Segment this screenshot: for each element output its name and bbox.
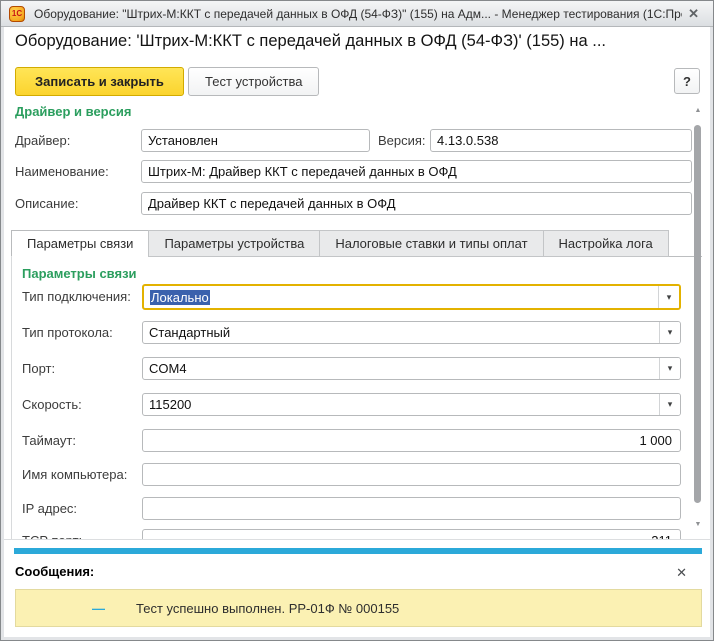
connection-params-panel: Параметры связи Тип подключения: Локальн… (11, 256, 702, 539)
timeout-field[interactable]: 1 000 (142, 429, 681, 452)
1c-logo-icon: 1С (9, 6, 25, 22)
app-window: 1С Оборудование: "Штрих-М:ККТ с передаче… (0, 0, 714, 641)
timeout-label: Таймаут: (22, 433, 76, 448)
driver-label: Драйвер: (15, 133, 70, 148)
connection-type-combobox[interactable]: Локально ▾ (142, 284, 681, 310)
window-close-icon[interactable]: ✕ (682, 6, 705, 22)
window-title: Оборудование: "Штрих-М:ККТ с передачей д… (34, 7, 682, 21)
description-field[interactable]: Драйвер ККТ с передачей данных в ОФД (141, 192, 692, 215)
form-bottom-divider (4, 539, 710, 540)
speed-label: Скорость: (22, 397, 82, 412)
title-bar: 1С Оборудование: "Штрих-М:ККТ с передаче… (1, 1, 713, 27)
page-title: Оборудование: 'Штрих-М:ККТ с передачей д… (15, 32, 606, 51)
version-label: Версия: (378, 133, 426, 148)
chevron-down-icon[interactable]: ▾ (659, 394, 680, 415)
tcp-port-label: TCP порт: (22, 533, 82, 539)
save-and-close-button[interactable]: Записать и закрыть (15, 67, 184, 96)
speed-value: 115200 (149, 397, 191, 412)
name-field[interactable]: Штрих-М: Драйвер ККТ с передачей данных … (141, 160, 692, 183)
description-label: Описание: (15, 196, 78, 211)
scroll-up-icon[interactable]: ▲ (692, 107, 704, 115)
chevron-down-icon[interactable]: ▾ (659, 322, 680, 343)
connection-type-label: Тип подключения: (22, 289, 131, 304)
message-text: Тест успешно выполнен. РР-01Ф № 000155 (136, 601, 399, 616)
protocol-type-value: Стандартный (149, 325, 230, 340)
message-bullet-icon: — (92, 601, 105, 616)
connection-section-header: Параметры связи (22, 266, 137, 281)
messages-close-icon[interactable]: ✕ (676, 565, 687, 581)
speed-combobox[interactable]: 115200 ▾ (142, 393, 681, 416)
connection-type-selected-text: Локально (150, 290, 210, 305)
port-value: COM4 (149, 361, 187, 376)
port-combobox[interactable]: COM4 ▾ (142, 357, 681, 380)
tcp-port-field[interactable]: 211 (142, 529, 681, 539)
scrollbar-thumb[interactable] (694, 125, 701, 503)
name-label: Наименование: (15, 164, 109, 179)
messages-splitter-handle[interactable] (14, 548, 702, 554)
version-field[interactable]: 4.13.0.538 (430, 129, 692, 152)
tab-bar: Параметры связи Параметры устройства Нал… (11, 230, 668, 257)
tab-log-settings[interactable]: Настройка лога (543, 230, 669, 257)
chevron-down-icon[interactable]: ▾ (659, 358, 680, 379)
driver-section-header: Драйвер и версия (15, 104, 131, 119)
computer-name-field[interactable] (142, 463, 681, 486)
protocol-type-label: Тип протокола: (22, 325, 113, 340)
tab-device-params[interactable]: Параметры устройства (148, 230, 320, 257)
port-label: Порт: (22, 361, 55, 376)
scroll-down-icon[interactable]: ▼ (692, 521, 704, 529)
driver-status-field[interactable]: Установлен (141, 129, 370, 152)
tab-tax-rates[interactable]: Налоговые ставки и типы оплат (319, 230, 543, 257)
ip-address-field[interactable] (142, 497, 681, 520)
ip-address-label: IP адрес: (22, 501, 77, 516)
message-item[interactable]: — Тест успешно выполнен. РР-01Ф № 000155 (15, 589, 702, 627)
help-button[interactable]: ? (674, 68, 700, 94)
chevron-down-icon[interactable]: ▾ (658, 286, 679, 308)
test-device-button[interactable]: Тест устройства (188, 67, 319, 96)
window-frame-bottom (1, 637, 713, 640)
protocol-type-combobox[interactable]: Стандартный ▾ (142, 321, 681, 344)
messages-header: Сообщения: (15, 564, 94, 579)
computer-name-label: Имя компьютера: (22, 467, 127, 482)
window-frame-right (710, 27, 713, 640)
window-frame-left (1, 27, 4, 640)
tab-connection-params[interactable]: Параметры связи (11, 230, 149, 257)
